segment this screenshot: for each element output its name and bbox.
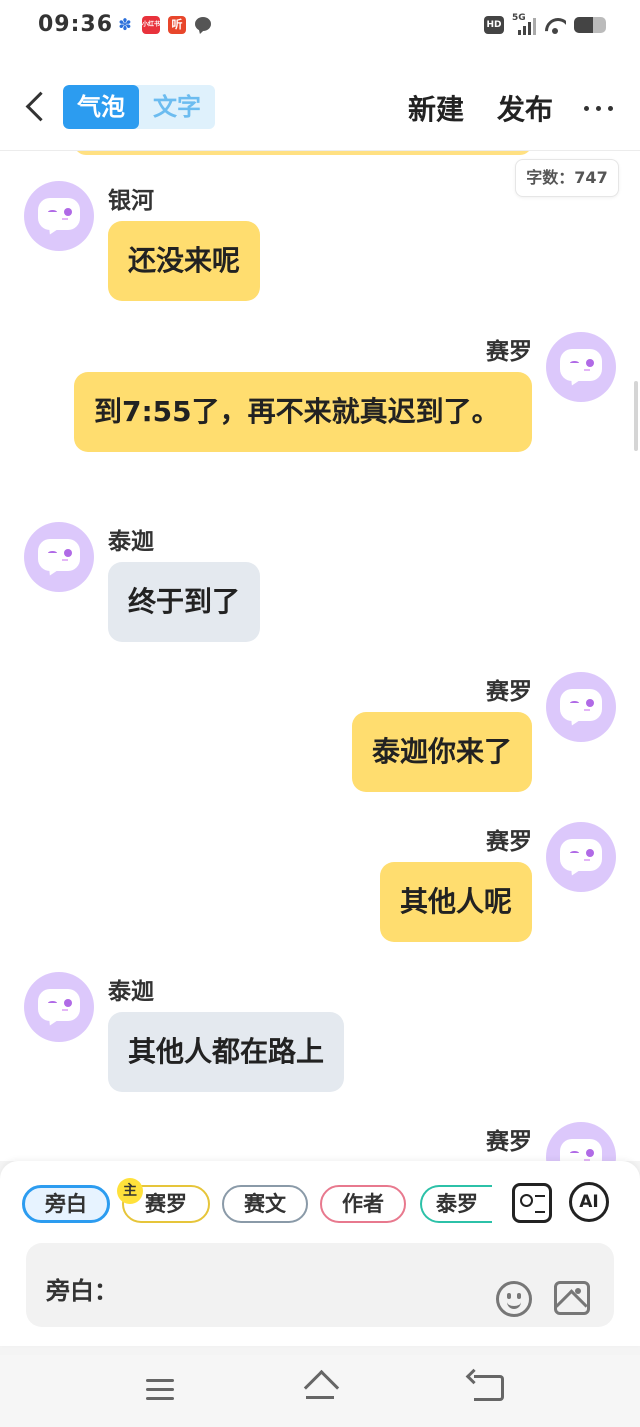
mode-toggle: 气泡 文字 (63, 85, 215, 129)
baidu-paw-icon: ✽ (118, 15, 132, 34)
speaker-name: 银河 (108, 188, 154, 214)
hd-icon: HD (484, 16, 504, 34)
avatar-icon[interactable] (546, 672, 616, 742)
signal-icon: 5G (512, 13, 536, 35)
ai-button[interactable]: AI (569, 1182, 609, 1222)
message-bubble[interactable]: 终于到了 (108, 562, 261, 642)
status-bar: 09:36 ✽ 小红书 听 HD 5G (0, 0, 640, 52)
publish-button[interactable]: 发布 (497, 88, 553, 128)
status-indicators: HD 5G (484, 13, 606, 36)
system-navigation-bar (0, 1355, 640, 1427)
listen-app-icon: 听 (168, 16, 186, 34)
chip-narrator[interactable]: 旁白 (22, 1185, 110, 1223)
speaker-name: 泰迦 (108, 979, 154, 1005)
speaker-name: 赛罗 (486, 679, 532, 705)
avatar-icon[interactable] (24, 522, 94, 592)
input-panel: 旁白 赛罗 主 赛文 作者 泰罗 AI 旁白： (0, 1161, 640, 1355)
back-icon[interactable] (20, 90, 50, 126)
speaker-name: 赛罗 (486, 339, 532, 365)
top-app-bar: 气泡 文字 新建 发布 (0, 70, 640, 146)
input-speaker-label: 旁白： (46, 1277, 118, 1305)
nav-back-icon[interactable] (474, 1375, 504, 1401)
chip-tailuo[interactable]: 泰罗 (420, 1185, 492, 1223)
new-button[interactable]: 新建 (408, 88, 464, 128)
xiaohongshu-icon: 小红书 (142, 16, 160, 34)
message-bubble[interactable]: 到7:55了，再不来就真迟到了。 (74, 372, 532, 452)
wifi-icon (544, 16, 566, 34)
message-bubble[interactable]: 其他人呢 (379, 862, 532, 942)
tab-bubble[interactable]: 气泡 (63, 85, 139, 129)
avatar-icon[interactable] (24, 972, 94, 1042)
speaker-name: 泰迦 (108, 529, 154, 555)
chat-area[interactable]: 字数：747 银河 还没来呢 赛罗 到7:55了，再不来就真迟到了。 泰迦 终于… (0, 151, 640, 1161)
message-bubble[interactable]: 还没来呢 (108, 221, 261, 301)
nav-home-icon[interactable] (302, 1371, 338, 1403)
message-input[interactable]: 旁白： (26, 1243, 614, 1327)
avatar-icon[interactable] (546, 1122, 616, 1161)
speaker-name: 赛罗 (486, 1129, 532, 1155)
contact-card-icon[interactable] (512, 1183, 552, 1223)
tab-text[interactable]: 文字 (139, 85, 215, 129)
host-badge: 主 (117, 1178, 143, 1204)
nav-menu-icon[interactable] (146, 1377, 174, 1401)
chip-saiwen[interactable]: 赛文 (222, 1185, 308, 1223)
input-panel-card: 旁白 赛罗 主 赛文 作者 泰罗 AI 旁白： (0, 1161, 640, 1346)
message-bubble[interactable]: 泰迦你来了 (351, 712, 532, 792)
chip-author[interactable]: 作者 (320, 1185, 406, 1223)
status-time: 09:36 (38, 12, 114, 37)
message-bubble[interactable]: 其他人都在路上 (108, 1012, 345, 1092)
scrollbar[interactable] (634, 381, 638, 451)
more-icon[interactable] (584, 106, 614, 112)
battery-icon (574, 17, 606, 33)
partial-message-bubble[interactable] (74, 151, 532, 155)
avatar-icon[interactable] (546, 822, 616, 892)
avatar-icon[interactable] (546, 332, 616, 402)
message-icon (194, 16, 212, 34)
image-icon[interactable] (554, 1281, 590, 1315)
speaker-name: 赛罗 (486, 829, 532, 855)
network-type: 5G (512, 13, 526, 23)
word-count-badge: 字数：747 (515, 159, 619, 197)
emoji-icon[interactable] (496, 1281, 532, 1317)
avatar-icon[interactable] (24, 181, 94, 251)
